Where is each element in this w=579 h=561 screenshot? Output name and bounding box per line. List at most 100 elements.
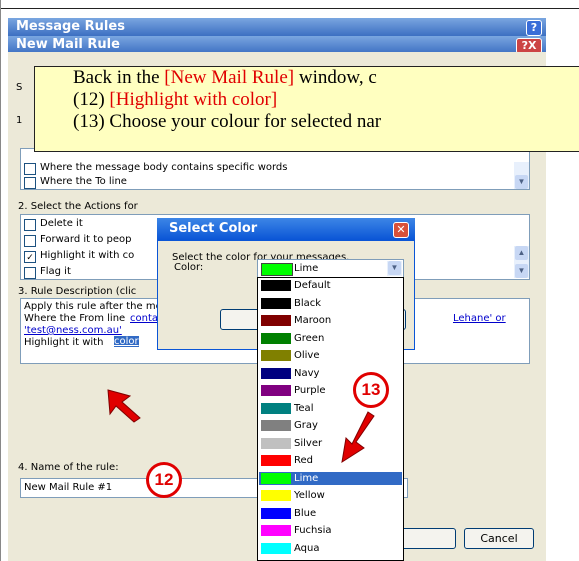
color-option-fuchsia[interactable]: Fuchsia bbox=[259, 524, 402, 537]
action-checkbox-delete[interactable] bbox=[24, 219, 36, 231]
callout-line3-text: (13) Choose your colour for selected nar bbox=[73, 111, 382, 132]
color-select[interactable]: Lime ▼ bbox=[257, 259, 404, 278]
callout-line1-red: [New Mail Rule] bbox=[164, 67, 295, 88]
message-rules-title: Message Rules bbox=[16, 19, 125, 34]
color-option-label: Default bbox=[294, 280, 331, 291]
chevron-down-icon[interactable]: ▼ bbox=[388, 261, 401, 275]
color-option-label: Fuchsia bbox=[294, 525, 332, 536]
color-option-label: Yellow bbox=[294, 490, 325, 501]
condition-label-body: Where the message body contains specific… bbox=[40, 162, 288, 173]
selected-color-name: Lime bbox=[294, 263, 319, 274]
color-option-label: Blue bbox=[294, 507, 317, 519]
color-swatch bbox=[261, 507, 291, 519]
top-frame-line bbox=[0, 8, 579, 9]
color-option-yellow[interactable]: Yellow bbox=[259, 489, 402, 502]
cancel-button[interactable]: Cancel bbox=[464, 528, 534, 549]
callout-line1-prefix: Back in the bbox=[73, 67, 165, 88]
description-line4-prefix: Highlight it with bbox=[24, 337, 104, 348]
step-12-arrow-icon bbox=[107, 389, 141, 423]
description-line2-prefix: Where the From line bbox=[24, 313, 126, 324]
scroll-up-icon[interactable]: ▲ bbox=[515, 246, 528, 260]
step-12-badge: 12 bbox=[146, 462, 182, 498]
select-color-titlebar: Select Color ✕ bbox=[157, 218, 415, 240]
new-mail-rule-title: New Mail Rule bbox=[16, 37, 120, 52]
section3-label: 3. Rule Description (clic bbox=[18, 286, 137, 297]
color-option-label: Maroon bbox=[294, 315, 332, 326]
section4-label: 4. Name of the rule: bbox=[18, 462, 119, 473]
callout-line2-num: (12) bbox=[73, 89, 110, 110]
callout-line3: (13) Choose your colour for selected nar bbox=[35, 111, 579, 133]
color-option-label: Lime bbox=[294, 472, 319, 484]
step-13-arrow-icon bbox=[341, 411, 375, 464]
color-option-label: Gray bbox=[294, 420, 318, 431]
callout-line2: (12) [Highlight with color] bbox=[35, 89, 579, 111]
action-label-forward: Forward it to peop bbox=[40, 234, 132, 245]
action-checkbox-flag[interactable] bbox=[24, 267, 36, 279]
color-option-label: Navy bbox=[294, 367, 320, 379]
color-swatch bbox=[261, 402, 291, 414]
color-option-green[interactable]: Green bbox=[259, 332, 402, 345]
color-swatch bbox=[261, 332, 291, 344]
color-swatch bbox=[261, 542, 291, 554]
action-checkbox-highlight[interactable]: ✓ bbox=[24, 251, 36, 263]
color-option-label: Black bbox=[294, 297, 322, 309]
conditions-scrollbar[interactable]: ▼ bbox=[514, 162, 529, 189]
color-swatch bbox=[261, 490, 291, 501]
step-13-badge: 13 bbox=[353, 372, 389, 408]
color-swatch bbox=[261, 297, 291, 309]
color-option-label: Aqua bbox=[294, 542, 320, 554]
action-label-flag: Flag it bbox=[40, 266, 71, 277]
section2-label: 2. Select the Actions for bbox=[18, 201, 138, 212]
color-swatch bbox=[261, 350, 291, 361]
color-swatch bbox=[261, 280, 291, 291]
rule-name-value: New Mail Rule #1 bbox=[24, 482, 113, 493]
description-link-color[interactable]: color bbox=[114, 336, 139, 347]
callout-line1: Back in the [New Mail Rule] window, c bbox=[35, 67, 579, 89]
color-swatch bbox=[261, 315, 291, 326]
callout-line2-red: [Highlight with color] bbox=[109, 89, 278, 110]
color-option-aqua[interactable]: Aqua bbox=[259, 542, 402, 555]
section1-number: 1 bbox=[16, 115, 23, 126]
color-option-label: Red bbox=[294, 455, 313, 466]
action-label-highlight: Highlight it with co bbox=[40, 250, 135, 261]
color-swatch bbox=[261, 472, 291, 484]
color-option-label: Green bbox=[294, 332, 325, 344]
color-option-label: Silver bbox=[294, 437, 323, 449]
instruction-callout: Back in the [New Mail Rule] window, c (1… bbox=[34, 66, 579, 152]
condition-label-to: Where the To line bbox=[40, 176, 127, 187]
select-color-close-icon[interactable]: ✕ bbox=[393, 222, 409, 238]
selected-color-swatch bbox=[261, 263, 293, 276]
color-label: Color: bbox=[174, 262, 204, 273]
color-option-maroon[interactable]: Maroon bbox=[259, 314, 402, 327]
message-rules-titlebar: Message Rules ? bbox=[8, 18, 546, 36]
description-link-lehane[interactable]: Lehane' or bbox=[453, 313, 506, 324]
actions-scrollbar[interactable]: ▲ ▼ bbox=[514, 246, 529, 278]
action-checkbox-forward[interactable] bbox=[24, 235, 36, 247]
select-color-ok-button[interactable] bbox=[220, 309, 260, 330]
select-color-title: Select Color bbox=[169, 221, 258, 236]
color-select-dropdown-button[interactable]: ▼ bbox=[387, 261, 402, 276]
color-swatch bbox=[261, 385, 291, 396]
color-option-black[interactable]: Black bbox=[259, 297, 402, 310]
condition-checkbox-to[interactable] bbox=[24, 177, 36, 189]
scroll-down-icon[interactable]: ▼ bbox=[515, 175, 528, 189]
color-option-default[interactable]: Default bbox=[259, 279, 402, 292]
color-swatch bbox=[261, 437, 291, 449]
color-option-blue[interactable]: Blue bbox=[259, 507, 402, 520]
color-option-label: Purple bbox=[294, 385, 326, 396]
color-option-label: Olive bbox=[294, 350, 320, 361]
color-option-olive[interactable]: Olive bbox=[259, 349, 402, 362]
condition-checkbox-body[interactable] bbox=[24, 163, 36, 175]
section1-label: S bbox=[16, 82, 23, 93]
callout-line1-suffix: window, c bbox=[294, 67, 377, 88]
action-label-delete: Delete it bbox=[40, 218, 83, 229]
color-option-label: Teal bbox=[294, 402, 314, 414]
help-button[interactable]: ? bbox=[526, 20, 542, 36]
color-swatch bbox=[261, 367, 291, 379]
color-swatch bbox=[261, 525, 291, 536]
scroll-down-icon[interactable]: ▼ bbox=[515, 264, 528, 278]
color-option-lime[interactable]: Lime bbox=[259, 471, 402, 485]
color-swatch bbox=[261, 420, 291, 431]
left-frame-line bbox=[0, 0, 1, 561]
description-link-test[interactable]: 'test@ness.com.au' bbox=[24, 325, 122, 336]
